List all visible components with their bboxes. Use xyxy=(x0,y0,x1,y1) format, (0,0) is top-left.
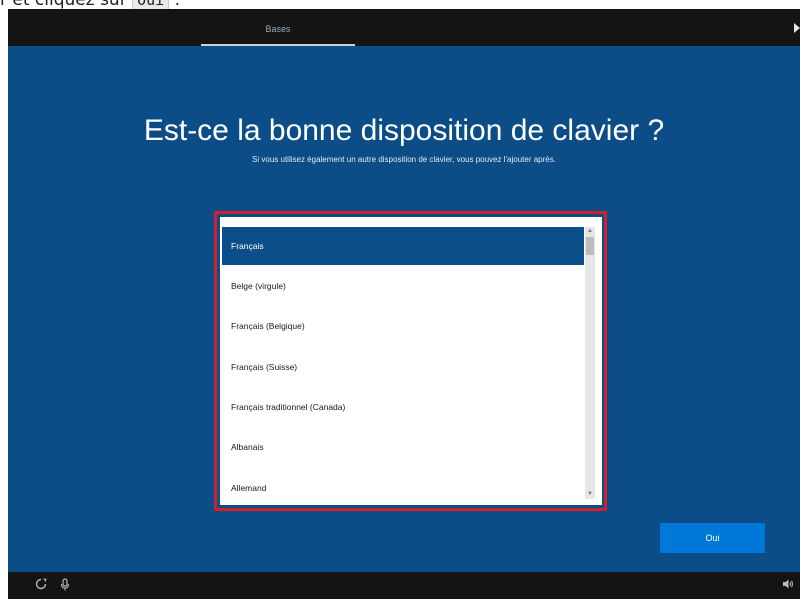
list-item-francais-traditionnel-canada[interactable]: Français traditionnel (Canada) xyxy=(222,388,584,426)
keyboard-layout-list[interactable]: Français Belge (virgule) Français (Belgi… xyxy=(220,217,602,505)
bottom-bar xyxy=(8,572,800,599)
accessibility-icon[interactable] xyxy=(35,578,47,593)
volume-icon[interactable] xyxy=(782,578,794,593)
oui-button[interactable]: Oui xyxy=(660,523,765,553)
microphone-icon[interactable] xyxy=(60,578,70,594)
cursor-icon xyxy=(794,23,800,33)
scroll-thumb[interactable] xyxy=(586,237,594,255)
instruction-text: r et cliquez sur Oui . xyxy=(0,0,800,10)
scroll-down-icon[interactable]: ▼ xyxy=(585,490,595,499)
list-item-allemand[interactable]: Allemand xyxy=(222,469,584,505)
list-scrollbar[interactable]: ▲ ▼ xyxy=(585,227,595,499)
list-item-francais-suisse[interactable]: Français (Suisse) xyxy=(222,348,584,386)
scroll-up-icon[interactable]: ▲ xyxy=(585,227,595,236)
oobe-setup-screen: Bases Est-ce la bonne disposition de cla… xyxy=(8,9,800,599)
top-bar: Bases xyxy=(8,9,800,46)
list-item-belge-virgule[interactable]: Belge (virgule) xyxy=(222,267,584,305)
tab-underline xyxy=(201,44,355,46)
list-item-albanais[interactable]: Albanais xyxy=(222,428,584,466)
list-item-francais-belgique[interactable]: Français (Belgique) xyxy=(222,307,584,345)
page-title: Est-ce la bonne disposition de clavier ? xyxy=(143,114,665,147)
tab-bases: Bases xyxy=(265,24,291,34)
list-item-francais[interactable]: Français xyxy=(222,227,584,265)
page-subtitle: Si vous utilisez également un autre disp… xyxy=(252,155,556,164)
